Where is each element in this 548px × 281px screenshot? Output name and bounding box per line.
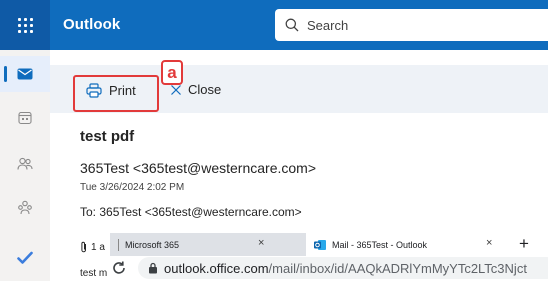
tab-separator	[118, 238, 119, 251]
printer-icon	[86, 82, 102, 98]
browser-tab-outlook[interactable]: Mail - 365Test - Outlook ×	[306, 233, 496, 256]
address-bar[interactable]: outlook.office.com/mail/inbox/id/AAQkADR…	[138, 257, 548, 279]
new-tab-button[interactable]: +	[514, 234, 534, 254]
tab-strip	[270, 233, 306, 256]
address-row: outlook.office.com/mail/inbox/id/AAQkADR…	[110, 256, 548, 281]
url-host: outlook.office.com	[164, 260, 269, 276]
rail-people[interactable]	[0, 146, 50, 182]
lock-icon[interactable]	[148, 262, 158, 274]
reload-icon[interactable]	[110, 259, 128, 277]
groups-icon	[18, 200, 32, 215]
print-label: Print	[109, 82, 136, 98]
tab-close-icon[interactable]: ×	[486, 237, 492, 249]
message-recipients: To: 365Test <365test@westerncare.com>	[80, 205, 302, 219]
close-button[interactable]: Close	[170, 82, 221, 97]
paperclip-icon	[81, 241, 86, 253]
rail-groups[interactable]	[0, 190, 50, 226]
search-box[interactable]: Search	[275, 9, 548, 41]
waffle-icon	[17, 17, 33, 33]
message-subject: test pdf	[80, 128, 135, 145]
browser-window: Microsoft 365 × Mail - 365Test - Outlook…	[110, 233, 548, 281]
calendar-icon	[18, 111, 32, 125]
app-launcher-button[interactable]	[0, 0, 50, 50]
left-rail	[0, 50, 50, 281]
tab-close-icon[interactable]: ×	[258, 237, 264, 249]
close-icon	[171, 84, 181, 95]
rail-calendar[interactable]	[0, 100, 50, 136]
tab-title: Mail - 365Test - Outlook	[332, 239, 428, 250]
app-title[interactable]: Outlook	[63, 16, 120, 33]
search-placeholder: Search	[307, 17, 349, 33]
message-body: test m	[80, 268, 108, 279]
rail-todo[interactable]	[0, 240, 50, 276]
outlook-icon	[314, 239, 326, 250]
top-bar: Outlook Search	[0, 0, 548, 50]
print-toolbar: Print a Close	[50, 60, 548, 113]
close-label: Close	[188, 82, 222, 97]
url-path: /mail/inbox/id/AAQkADRlYmMyYTc2LTc3Njct	[268, 260, 527, 276]
mail-icon	[17, 68, 33, 80]
people-icon	[17, 157, 33, 170]
attachments-summary[interactable]: 1 a	[80, 241, 105, 253]
rail-mail[interactable]	[0, 56, 50, 92]
print-button[interactable]: Print	[80, 75, 160, 105]
attachments-text: 1 a	[91, 241, 105, 253]
browser-tab-microsoft365[interactable]: Microsoft 365 ×	[110, 233, 270, 256]
search-icon	[285, 18, 299, 32]
message-sender[interactable]: 365Test <365test@westerncare.com>	[80, 160, 316, 176]
todo-icon	[17, 251, 33, 264]
message-date: Tue 3/26/2024 2:02 PM	[80, 182, 185, 193]
tab-title: Microsoft 365	[125, 239, 180, 250]
